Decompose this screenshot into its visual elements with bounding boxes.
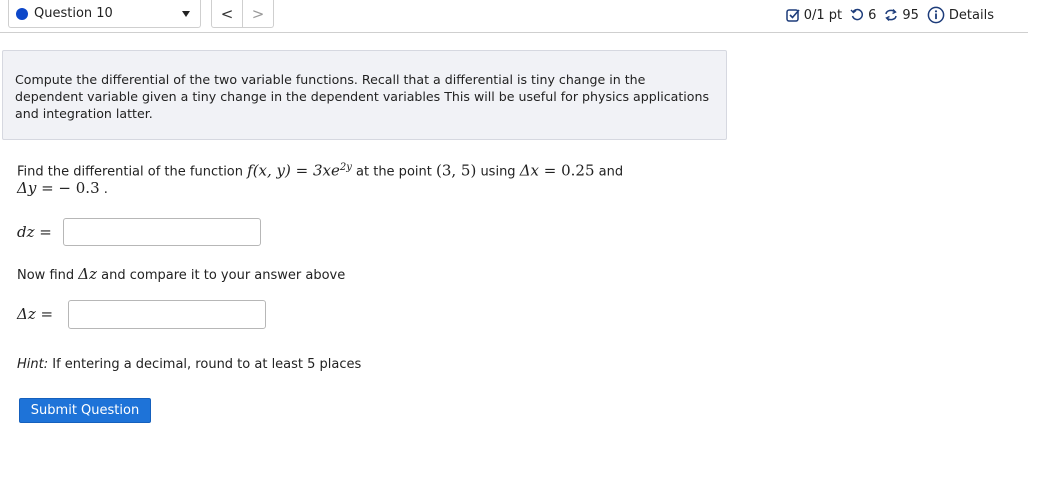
intro-text: Compute the differential of the two vari… xyxy=(15,72,710,121)
function-notation: f(x, y) xyxy=(247,161,291,180)
dz-equals: = xyxy=(34,223,52,241)
delta-y-symbol: Δy xyxy=(17,179,37,197)
function-expression: 3xe xyxy=(312,161,340,180)
point-value: (3, 5) xyxy=(435,161,477,180)
dz-answer-input[interactable] xyxy=(63,218,261,246)
next-question-button[interactable]: > xyxy=(242,0,274,28)
compare-instruction: Now find Δz and compare it to your answe… xyxy=(17,265,345,283)
hint-label: Hint: xyxy=(17,357,49,372)
compare-prefix: Now find xyxy=(17,268,79,283)
question-toolbar: Question 10 < > 0/1 pt 6 95 Details xyxy=(0,0,1028,33)
retries-count: 6 xyxy=(868,7,877,23)
hint-text: Hint: If entering a decimal, round to at… xyxy=(17,357,361,372)
at-point-text: at the point xyxy=(351,164,436,180)
compare-suffix: and compare it to your answer above xyxy=(97,268,346,283)
checkbox-score-icon xyxy=(785,8,800,22)
score-text: 0/1 pt xyxy=(803,7,843,23)
previous-question-button[interactable]: < xyxy=(211,0,243,28)
question-label: Question 10 xyxy=(34,6,113,21)
period-text: . xyxy=(99,182,108,197)
submit-question-button[interactable]: Submit Question xyxy=(19,398,151,423)
equals-sign: = xyxy=(290,161,313,180)
details-label: Details xyxy=(948,7,994,23)
function-exponent: 2y xyxy=(339,162,352,173)
delta-z-label: Δz = xyxy=(17,305,53,323)
question-text: Find the differential of the function f(… xyxy=(17,161,624,180)
attempts-icon xyxy=(884,8,898,22)
info-icon xyxy=(927,6,945,24)
question-stats: 0/1 pt 6 95 Details xyxy=(785,5,994,25)
question-select[interactable]: Question 10 xyxy=(8,0,201,28)
hint-body: If entering a decimal, round to at least… xyxy=(48,357,362,372)
delta-z-answer-input[interactable] xyxy=(68,300,266,329)
delta-z-symbol: Δz xyxy=(78,265,98,283)
dz-symbol: dz xyxy=(17,223,35,241)
status-dot-icon xyxy=(16,7,28,20)
attempts-count: 95 xyxy=(902,7,919,23)
details-link[interactable]: Details xyxy=(927,6,994,24)
chevron-down-icon xyxy=(182,11,190,17)
using-text: using xyxy=(476,164,520,180)
delta-z-label-symbol: Δz xyxy=(17,305,36,323)
dz-label: dz = xyxy=(17,223,52,241)
delta-x-symbol: Δx xyxy=(519,161,539,180)
retry-icon xyxy=(850,8,864,22)
and-text: and xyxy=(594,164,624,180)
delta-y-value: − 0.3 xyxy=(58,179,100,197)
delta-x-value: 0.25 xyxy=(561,161,595,180)
question-text-line2: Δy = − 0.3 . xyxy=(17,179,108,197)
intro-panel: Compute the differential of the two vari… xyxy=(2,50,727,140)
delta-z-equals: = xyxy=(35,305,54,323)
question-prefix: Find the differential of the function xyxy=(17,164,248,180)
